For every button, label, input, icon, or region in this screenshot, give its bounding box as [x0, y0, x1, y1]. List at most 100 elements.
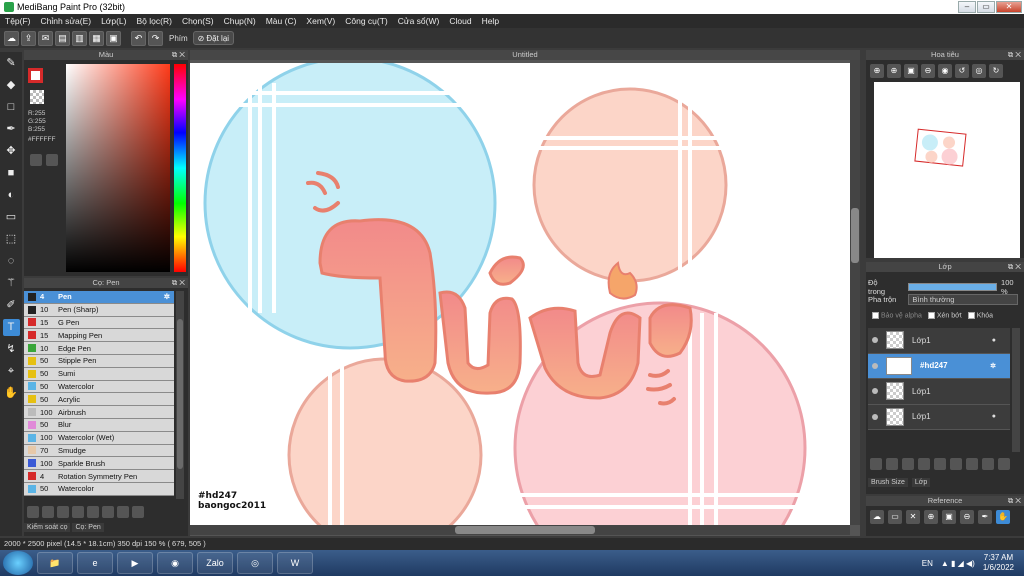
brush-copy-icon[interactable] — [72, 506, 84, 518]
undo-icon[interactable]: ↶ — [131, 30, 146, 46]
explorer-icon[interactable]: 📁 — [37, 552, 73, 574]
eraser-tool-icon[interactable]: ◆ — [3, 77, 20, 94]
text-tool-icon[interactable]: T — [2, 319, 20, 336]
brush-item[interactable]: 15 G Pen — [24, 316, 174, 330]
select-tool-icon[interactable]: ⬚ — [3, 231, 20, 248]
coccoc-icon[interactable]: ◉ — [157, 552, 193, 574]
menu-window[interactable]: Cửa sổ(W) — [393, 16, 445, 26]
palette-icon[interactable] — [30, 154, 42, 166]
canvas-tab[interactable]: Untitled — [190, 50, 860, 60]
new-layer-1bit-icon[interactable] — [902, 458, 914, 470]
tab-brush-size[interactable]: Brush Size — [868, 478, 908, 487]
brush-add-icon[interactable] — [57, 506, 69, 518]
panel-icon[interactable]: ▣ — [106, 30, 121, 46]
tray-icons[interactable]: ▲ ▮ ◢ ◀) — [941, 559, 975, 568]
delete-layer-icon[interactable] — [998, 458, 1010, 470]
brush-item[interactable]: 15 Mapping Pen — [24, 329, 174, 343]
foreground-color-swatch[interactable] — [28, 68, 43, 83]
visibility-icon[interactable] — [872, 337, 878, 344]
select-pen-icon[interactable]: ✐ — [3, 297, 20, 314]
menu-cloud[interactable]: Cloud — [444, 16, 476, 26]
cloud-icon[interactable]: ☁ — [4, 30, 19, 46]
rotate-reset-icon[interactable]: ◎ — [972, 64, 986, 78]
actual-size-icon[interactable]: ◉ — [938, 64, 952, 78]
rotate-left-icon[interactable]: ↺ — [955, 64, 969, 78]
panel-close-icon[interactable]: ⧉ ✕ — [172, 50, 185, 60]
menu-edit[interactable]: Chỉnh sửa(E) — [36, 16, 97, 26]
upload-icon[interactable]: ⇪ — [21, 30, 36, 46]
protect-alpha-checkbox[interactable]: Bảo vệ alpha — [872, 312, 922, 319]
tab-brush[interactable]: Cọ: Pen — [72, 523, 104, 532]
brush-item[interactable]: 100 Sparkle Brush — [24, 457, 174, 471]
brush-item[interactable]: 10 Pen (Sharp) — [24, 303, 174, 317]
brush-cloud-icon[interactable] — [27, 506, 39, 518]
lasso-tool-icon[interactable]: ◌ — [3, 253, 20, 270]
pen-tool-icon[interactable]: ✒ — [3, 121, 20, 138]
navigator-preview[interactable] — [874, 82, 1020, 258]
visibility-icon[interactable] — [872, 413, 878, 420]
zalo-icon[interactable]: Zalo — [197, 552, 233, 574]
ref-close-icon[interactable]: ✕ — [906, 510, 920, 524]
panel-close-icon[interactable]: ⧉ ✕ — [1008, 50, 1021, 60]
brush-item[interactable]: 50 Blur — [24, 418, 174, 432]
menu-color[interactable]: Màu (C) — [261, 16, 302, 26]
menu-capture[interactable]: Chụp(N) — [219, 16, 261, 26]
media-player-icon[interactable]: ▶ — [117, 552, 153, 574]
ref-eyedropper-icon[interactable]: ✒ — [978, 510, 992, 524]
clipping-checkbox[interactable]: Xén bớt — [927, 312, 962, 319]
new-layer-8bit-icon[interactable] — [886, 458, 898, 470]
layer-folder-icon[interactable] — [934, 458, 946, 470]
brush-item[interactable]: 50 Stipple Pen — [24, 354, 174, 368]
blend-mode-select[interactable]: Bình thường — [908, 294, 1019, 305]
zoom-in-icon[interactable]: ⊕ — [870, 64, 884, 78]
ref-cloud-icon[interactable]: ☁ — [870, 510, 884, 524]
ref-hand-icon[interactable]: ✋ — [996, 510, 1010, 524]
zoom-out-icon[interactable]: ⊖ — [921, 64, 935, 78]
move-tool-icon[interactable]: ✥ — [3, 143, 20, 160]
eyedropper-tool-icon[interactable]: ⌖ — [3, 363, 20, 380]
rect-tool-icon[interactable]: □ — [3, 99, 20, 116]
ref-zoom-in-icon[interactable]: ⊕ — [924, 510, 938, 524]
panel-close-icon[interactable]: ⧉ ✕ — [172, 278, 185, 288]
operation-tool-icon[interactable]: ↯ — [3, 341, 20, 358]
brush-item[interactable]: 4 Pen ✲ — [24, 291, 174, 304]
start-button[interactable] — [3, 551, 33, 575]
add-layer-menu-icon[interactable] — [918, 458, 930, 470]
document-icon[interactable]: ▥ — [72, 30, 87, 46]
brush-item[interactable]: 50 Watercolor — [24, 482, 174, 496]
layer-list-scrollbar[interactable] — [1012, 328, 1020, 452]
reset-button[interactable]: ⊘ Đặt lại — [192, 31, 235, 45]
opacity-slider[interactable] — [908, 283, 998, 291]
ref-zoom-out-icon[interactable]: ⊖ — [960, 510, 974, 524]
canvas-horizontal-scrollbar[interactable] — [190, 525, 850, 535]
brush-item[interactable]: 4 Rotation Symmetry Pen — [24, 470, 174, 483]
rotate-right-icon[interactable]: ↻ — [989, 64, 1003, 78]
zoom-in-alt-icon[interactable]: ⊕ — [887, 64, 901, 78]
menu-select[interactable]: Chọn(S) — [177, 16, 219, 26]
fit-icon[interactable]: ▣ — [904, 64, 918, 78]
lock-checkbox[interactable]: Khóa — [967, 312, 993, 319]
menu-view[interactable]: Xem(V) — [301, 16, 340, 26]
drawing-canvas[interactable]: #hd247 baongoc2011 — [190, 63, 850, 525]
hand-tool-icon[interactable]: ✋ — [3, 385, 20, 402]
menu-file[interactable]: Tệp(F) — [0, 16, 36, 26]
chat-icon[interactable]: ▤ — [55, 30, 70, 46]
comment-icon[interactable]: ✉ — [38, 30, 53, 46]
word-icon[interactable]: W — [277, 552, 313, 574]
brush-list-scrollbar[interactable] — [176, 291, 184, 499]
layer-row[interactable]: Lớp1 ● — [868, 404, 1010, 430]
maximize-icon[interactable]: ▭ — [977, 1, 995, 13]
grid-icon[interactable]: ▦ — [89, 30, 104, 46]
magic-wand-icon[interactable]: ⚚ — [3, 275, 20, 292]
brush-tool-icon[interactable]: ✎ — [3, 55, 20, 72]
brush-edit-icon[interactable] — [102, 506, 114, 518]
brush-settings-icon[interactable]: ✲ — [164, 292, 170, 301]
color-add-icon[interactable] — [46, 154, 58, 166]
brush-folder-open-icon[interactable] — [87, 506, 99, 518]
duplicate-layer-icon[interactable] — [966, 458, 978, 470]
menu-filter[interactable]: Bộ lọc(R) — [132, 16, 177, 26]
brush-item[interactable]: 10 Edge Pen — [24, 342, 174, 355]
language-indicator[interactable]: EN — [922, 559, 933, 568]
panel-close-icon[interactable]: ⧉ ✕ — [1008, 262, 1021, 272]
saturation-value-picker[interactable] — [66, 64, 170, 272]
